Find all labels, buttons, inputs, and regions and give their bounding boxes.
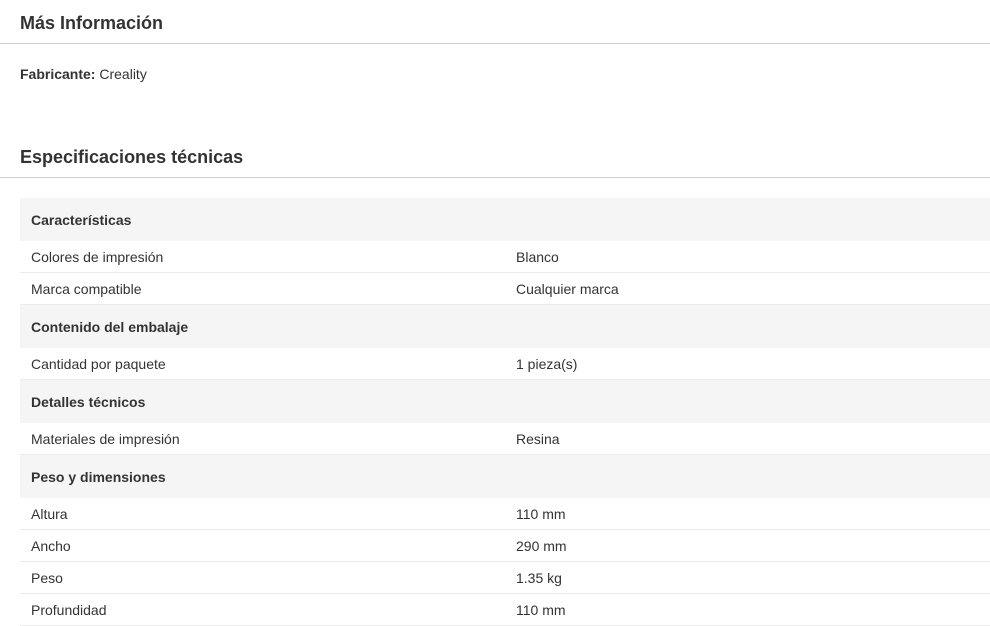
spec-key: Materiales de impresión — [20, 423, 505, 455]
spec-group-name: Contenido del embalaje — [20, 304, 990, 348]
spec-key: Altura — [20, 498, 505, 530]
manufacturer-line: Fabricante: Creality — [20, 66, 147, 83]
spec-group-name: Características — [20, 198, 990, 241]
spec-row: Marca compatible Cualquier marca — [20, 272, 990, 305]
spec-value: 290 mm — [505, 529, 990, 562]
more-info-title: Más Información — [20, 13, 164, 33]
spec-value: 1.35 kg — [505, 561, 990, 594]
spec-group-header: Peso y dimensiones — [20, 454, 990, 498]
specs-table: Características Colores de impresión Bla… — [20, 198, 990, 626]
spec-key: Profundidad — [20, 593, 505, 626]
more-info-divider — [0, 43, 990, 44]
spec-value: Blanco — [505, 241, 990, 273]
spec-group-name: Peso y dimensiones — [20, 454, 990, 498]
spec-key: Cantidad por paquete — [20, 348, 505, 380]
spec-value: 1 pieza(s) — [505, 348, 990, 380]
spec-row: Altura 110 mm — [20, 498, 990, 530]
spec-row: Ancho 290 mm — [20, 529, 990, 562]
spec-group-name: Detalles técnicos — [20, 379, 990, 423]
spec-key: Marca compatible — [20, 272, 505, 305]
spec-value: 110 mm — [505, 593, 990, 626]
spec-value: Resina — [505, 423, 990, 455]
spec-group-header: Contenido del embalaje — [20, 304, 990, 348]
spec-value: Cualquier marca — [505, 272, 990, 305]
spec-row: Profundidad 110 mm — [20, 593, 990, 626]
spec-key: Ancho — [20, 529, 505, 562]
spec-row: Colores de impresión Blanco — [20, 241, 990, 273]
manufacturer-label: Fabricante: — [20, 66, 96, 82]
spec-value: 110 mm — [505, 498, 990, 530]
spec-row: Materiales de impresión Resina — [20, 423, 990, 455]
spec-group-header: Detalles técnicos — [20, 379, 990, 423]
spec-group-header: Características — [20, 198, 990, 241]
specs-divider — [0, 177, 990, 178]
spec-row: Cantidad por paquete 1 pieza(s) — [20, 348, 990, 380]
spec-row: Peso 1.35 kg — [20, 561, 990, 594]
specs-title: Especificaciones técnicas — [20, 147, 244, 167]
spec-key: Peso — [20, 561, 505, 594]
spec-key: Colores de impresión — [20, 241, 505, 273]
manufacturer-value: Creality — [99, 66, 147, 82]
